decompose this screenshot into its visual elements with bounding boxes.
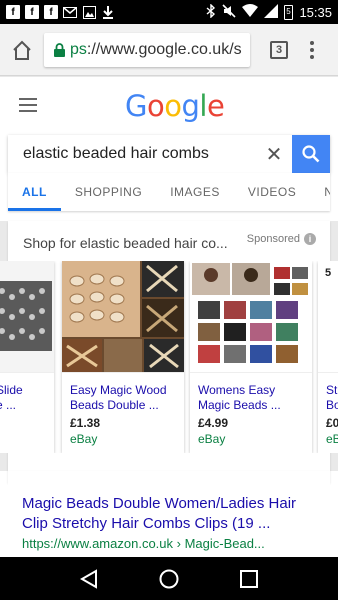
sponsored-label[interactable]: Sponsored i (247, 233, 316, 245)
status-bar: f f f 5 15:35 (0, 0, 338, 24)
gmail-icon (63, 5, 77, 19)
url-scheme: ps (70, 40, 87, 58)
product-title: Str Bo (326, 383, 338, 412)
facebook-icon: f (25, 5, 39, 19)
tab-count: 3 (275, 43, 283, 56)
tab-videos[interactable]: VIDEOS (234, 173, 310, 211)
home-icon (13, 40, 31, 60)
notification-icons: f f f (6, 5, 115, 19)
product-image (62, 261, 184, 373)
product-image: 5 (318, 261, 338, 373)
logo-letter: o (146, 89, 165, 123)
system-nav-bar (0, 557, 338, 600)
facebook-icon: f (44, 5, 58, 19)
product-carousel: Slide e ... (0, 261, 338, 453)
product-store: eBay (198, 432, 226, 446)
tab-images[interactable]: IMAGES (156, 173, 234, 211)
lock-icon (54, 42, 65, 57)
result-title-link[interactable]: Magic Beads Double Women/Ladies Hair Cli… (22, 494, 316, 534)
result-url: https://www.amazon.co.uk › Magic-Bead... (22, 536, 265, 551)
product-image (0, 261, 54, 373)
product-price: £4.99 (198, 416, 229, 430)
product-badge: 5 (325, 267, 332, 279)
menu-button[interactable] (310, 40, 314, 59)
logo-letter: o (164, 89, 182, 123)
product-store: eBay (70, 432, 98, 446)
product-card[interactable]: Easy Magic Wood Beads Double ... £1.38 e… (62, 261, 184, 453)
search-button[interactable] (292, 135, 330, 173)
product-price: £1.38 (70, 416, 101, 430)
product-card[interactable]: Slide e ... (0, 261, 54, 453)
logo-letter: g (181, 89, 200, 123)
system-icons: 5 15:35 (206, 2, 332, 21)
recents-icon[interactable] (239, 569, 258, 588)
download-icon (101, 5, 115, 19)
google-logo[interactable]: Google (125, 89, 225, 123)
product-title: Womens Easy Magic Beads ... (198, 383, 281, 412)
url-bar[interactable]: ps://www.google.co.uk/s (44, 32, 250, 67)
tab-switcher-button[interactable]: 3 (270, 40, 288, 59)
info-icon: i (304, 233, 316, 245)
battery-icon: 5 (284, 4, 294, 20)
signal-icon (264, 3, 279, 21)
clear-icon[interactable]: ✕ (256, 142, 292, 167)
browser-toolbar: ps://www.google.co.uk/s 3 (0, 24, 338, 76)
product-card[interactable]: 5 Str Bo £0 eB (318, 261, 338, 453)
back-icon[interactable] (80, 568, 98, 589)
battery-level: 5 (286, 6, 291, 16)
product-title: Easy Magic Wood Beads Double ... (70, 383, 167, 412)
image-icon (82, 5, 96, 19)
more-vert-icon (310, 40, 314, 45)
facebook-icon: f (6, 5, 20, 19)
search-results-page: Google elastic beaded hair combs ✕ ALL S… (0, 77, 338, 557)
search-icon (302, 145, 320, 163)
product-card[interactable]: Womens Easy Magic Beads ... £4.99 eBay (190, 261, 312, 453)
search-box: elastic beaded hair combs ✕ (8, 135, 330, 173)
product-title: Slide e ... (0, 383, 23, 412)
home-circle-icon[interactable] (159, 569, 179, 589)
product-image (190, 261, 312, 373)
search-result[interactable]: Magic Beads Double Women/Ladies Hair Cli… (8, 481, 330, 557)
google-header: Google (0, 77, 338, 133)
search-input[interactable]: elastic beaded hair combs (8, 145, 256, 163)
tab-news[interactable]: NEWS (310, 173, 330, 211)
product-store: eB (326, 432, 338, 446)
logo-letter: G (125, 89, 147, 123)
tab-all[interactable]: ALL (8, 173, 61, 211)
wifi-icon (242, 4, 259, 20)
hamburger-menu-icon[interactable] (19, 98, 37, 116)
search-tabs: ALL SHOPPING IMAGES VIDEOS NEWS (8, 173, 330, 211)
url-text: ://www.google.co.uk/s (86, 40, 242, 58)
mute-icon (222, 3, 237, 21)
product-price: £0 (326, 416, 338, 430)
clock: 15:35 (299, 4, 332, 20)
tab-shopping[interactable]: SHOPPING (61, 173, 156, 211)
shopping-section: Shop for elastic beaded hair co... Spons… (0, 221, 338, 471)
logo-letter: l (199, 89, 207, 123)
logo-letter: e (206, 89, 225, 123)
shopping-title[interactable]: Shop for elastic beaded hair co... (23, 235, 228, 251)
home-button[interactable] (0, 24, 44, 76)
bluetooth-icon (206, 2, 216, 21)
